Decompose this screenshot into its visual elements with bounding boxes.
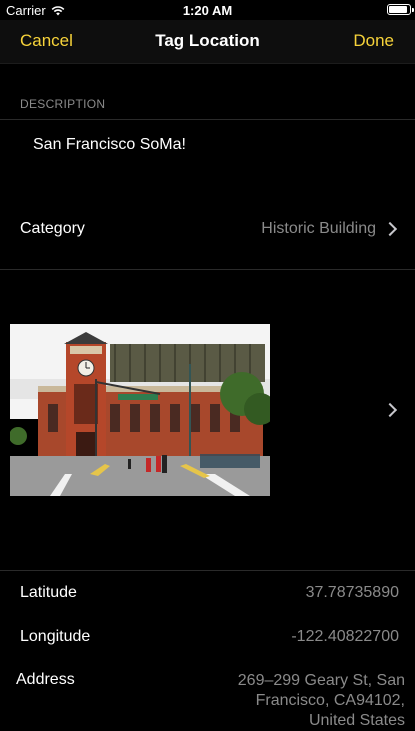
divider <box>0 570 415 571</box>
address-label: Address <box>16 671 75 688</box>
description-section-header: DESCRIPTION <box>20 97 106 111</box>
divider <box>0 269 415 270</box>
divider <box>0 119 415 120</box>
address-value: 269–299 Geary St, San Francisco, CA94102… <box>237 672 405 729</box>
category-value: Historic Building <box>261 220 376 237</box>
status-time: 1:20 AM <box>182 3 233 18</box>
photo-image <box>10 324 270 496</box>
category-row[interactable]: Category Historic Building <box>0 200 415 258</box>
status-bar: Carrier 1:20 AM <box>0 0 415 20</box>
photo-row[interactable] <box>0 290 415 530</box>
chevron-right-icon <box>382 221 398 237</box>
photo-thumbnail[interactable] <box>10 324 270 496</box>
longitude-label: Longitude <box>20 628 91 645</box>
description-textview[interactable]: San Francisco SoMa! <box>33 136 186 154</box>
longitude-value: -122.40822700 <box>291 628 399 645</box>
done-button[interactable]: Done <box>353 31 394 51</box>
latitude-value: 37.78735890 <box>305 584 399 601</box>
battery-icon <box>387 4 414 15</box>
category-label: Category <box>20 220 85 237</box>
latitude-label: Latitude <box>20 584 77 601</box>
navigation-bar: Cancel Tag Location Done <box>0 20 415 64</box>
chevron-right-icon <box>382 402 398 418</box>
battery-level <box>389 6 407 13</box>
